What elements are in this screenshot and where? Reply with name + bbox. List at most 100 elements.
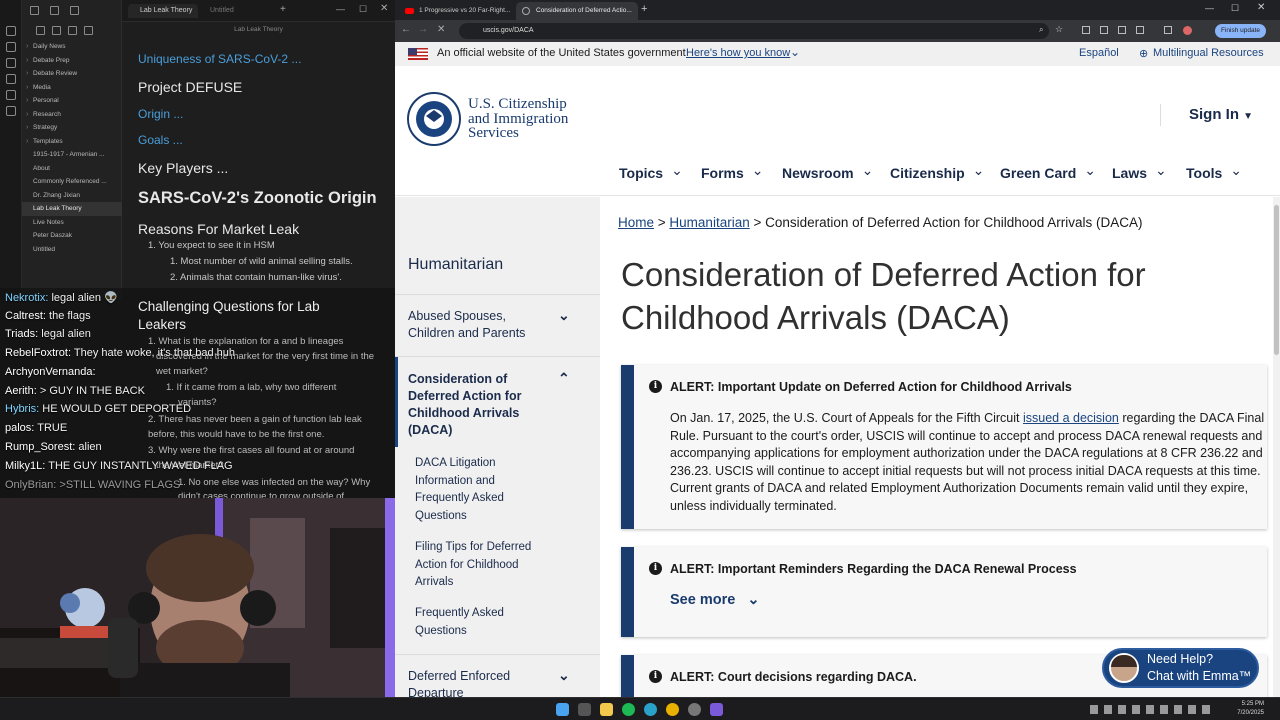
folder-item[interactable]: Debate Prep [22, 54, 122, 68]
folder-item[interactable]: Debate Review [22, 67, 122, 81]
nav-forms[interactable]: Forms [701, 165, 764, 182]
chat-username[interactable]: Aerith [5, 385, 34, 397]
chat-username[interactable]: OnlyBrian [5, 479, 53, 491]
extension-icon[interactable] [1118, 26, 1126, 34]
issued-decision-link[interactable]: issued a decision [1023, 411, 1119, 425]
maximize-icon[interactable]: ☐ [359, 4, 367, 15]
search-icon[interactable]: ⌕ [1039, 25, 1043, 35]
bookmark-icon[interactable] [70, 6, 79, 15]
sidenav-subitem-litigation[interactable]: DACA Litigation Information and Frequent… [415, 455, 545, 525]
breadcrumb-home[interactable]: Home [618, 215, 654, 230]
extension-icon[interactable] [1136, 26, 1144, 34]
see-more-button[interactable]: See more ⌄ [670, 592, 759, 608]
close-icon[interactable]: ✕ [1257, 2, 1265, 13]
nav-citizenship[interactable]: Citizenship [890, 165, 984, 182]
new-tab-icon[interactable]: + [280, 4, 286, 15]
chat-username[interactable]: Triads [5, 328, 35, 340]
file-explorer-icon[interactable] [600, 703, 613, 716]
daily-note-icon[interactable] [6, 74, 16, 84]
heading-uniqueness[interactable]: Uniqueness of SARS-CoV-2 ... [138, 52, 301, 66]
breadcrumb-humanitarian[interactable]: Humanitarian [669, 215, 749, 230]
forward-icon[interactable]: → [418, 24, 428, 35]
heading-market-leak[interactable]: Reasons For Market Leak [138, 221, 299, 237]
file-item[interactable]: 1915-1917 - Armenian ... [22, 148, 122, 162]
sidebar-icon[interactable] [1164, 26, 1172, 34]
tab-lab-leak-theory[interactable]: Lab Leak Theory [128, 4, 198, 18]
chat-username[interactable]: Caltrest [5, 310, 43, 322]
search-icon[interactable] [578, 703, 591, 716]
sidenav-item-daca[interactable]: Consideration of Deferred Action for Chi… [408, 371, 548, 439]
nav-green-card[interactable]: Green Card [1000, 165, 1096, 182]
extension-icon[interactable] [1100, 26, 1108, 34]
obs-icon[interactable] [688, 703, 701, 716]
file-item[interactable]: Commonly Referenced ... [22, 175, 122, 189]
back-icon[interactable]: ← [401, 24, 411, 35]
chat-username[interactable]: Hybris [5, 403, 36, 415]
sidenav-item-abused-spouses[interactable]: Abused Spouses, Children and Parents [408, 308, 548, 342]
uscis-logo-text[interactable]: U.S. Citizenship and Immigration Service… [468, 97, 568, 141]
heading-goals[interactable]: Goals ... [138, 133, 183, 147]
sign-in-button[interactable]: Sign In ▼ [1189, 106, 1253, 123]
stop-icon[interactable]: ✕ [437, 24, 445, 35]
chevron-up-icon[interactable]: ⌃ [558, 370, 570, 387]
chevron-down-icon[interactable]: ⌄ [558, 667, 570, 684]
chevron-down-icon[interactable]: ⌄ [558, 307, 570, 324]
file-item[interactable]: Dr. Zhang Jixian [22, 189, 122, 203]
sidenav-subitem-faq[interactable]: Frequently Asked Questions [415, 605, 545, 640]
star-icon[interactable]: ☆ [1055, 24, 1063, 35]
close-icon[interactable]: ✕ [380, 3, 388, 14]
finish-update-button[interactable]: Finish update [1215, 24, 1267, 38]
heading-zoonotic[interactable]: SARS-CoV-2's Zoonotic Origin [138, 189, 377, 208]
search-icon[interactable] [50, 6, 59, 15]
sidenav-subitem-filing-tips[interactable]: Filing Tips for Deferred Action for Chil… [415, 539, 545, 592]
folder-item[interactable]: Daily News [22, 40, 122, 54]
file-item[interactable]: Peter Daszak [22, 229, 122, 243]
folder-item[interactable]: Media [22, 81, 122, 95]
new-folder-icon[interactable] [52, 26, 61, 35]
scrollbar-thumb[interactable] [1274, 205, 1279, 355]
obsidian-icon[interactable] [710, 703, 723, 716]
tab-uscis[interactable]: Consideration of Deferred Actio... [516, 2, 638, 20]
heading-defuse[interactable]: Project DEFUSE [138, 79, 242, 95]
chat-username[interactable]: Milky1L [5, 460, 42, 472]
nav-tools[interactable]: Tools [1186, 165, 1242, 182]
folder-item[interactable]: Personal [22, 94, 122, 108]
file-item[interactable]: Untitled [22, 243, 122, 257]
minimize-icon[interactable]: — [1205, 3, 1214, 13]
file-item[interactable]: Lab Leak Theory [22, 202, 122, 216]
templates-icon[interactable] [6, 106, 16, 116]
maximize-icon[interactable]: ☐ [1231, 3, 1239, 14]
dhs-seal-icon[interactable] [407, 92, 461, 146]
sidenav-item-ded[interactable]: Deferred Enforced Departure [408, 668, 548, 697]
chat-username[interactable]: RebelFoxtrot [5, 347, 68, 359]
url-input[interactable]: uscis.gov/DACA [459, 23, 1049, 39]
edge-icon[interactable] [644, 703, 657, 716]
chrome-icon[interactable] [666, 703, 679, 716]
sort-icon[interactable] [68, 26, 77, 35]
clock[interactable]: 5:25 PM 7/20/2025 [1228, 700, 1264, 718]
heres-how-link[interactable]: Here's how you know [686, 47, 790, 59]
heading-origin[interactable]: Origin ... [138, 107, 183, 121]
open-quick-switcher-icon[interactable] [6, 26, 16, 36]
scrollbar[interactable] [1273, 197, 1280, 697]
graph-view-icon[interactable] [6, 42, 16, 52]
extension-icon[interactable] [1082, 26, 1090, 34]
chat-username[interactable]: ArchyonVernanda [5, 366, 92, 378]
command-palette-icon[interactable] [6, 90, 16, 100]
espanol-link[interactable]: Español [1079, 47, 1119, 59]
folder-item[interactable]: Templates [22, 135, 122, 149]
avatar[interactable] [1183, 26, 1192, 35]
canvas-icon[interactable] [6, 58, 16, 68]
system-tray-icons[interactable] [1090, 705, 1210, 714]
chat-username[interactable]: Nekrotix [5, 292, 45, 304]
chat-username[interactable]: palos [5, 422, 31, 434]
collapse-icon[interactable] [84, 26, 93, 35]
start-icon[interactable] [556, 703, 569, 716]
chat-with-emma-button[interactable]: Need Help? Chat with Emma™ [1102, 648, 1259, 688]
nav-newsroom[interactable]: Newsroom [782, 165, 873, 182]
nav-topics[interactable]: Topics [619, 165, 683, 182]
file-item[interactable]: Live Notes [22, 216, 122, 230]
spotify-icon[interactable] [622, 703, 635, 716]
new-tab-icon[interactable]: + [641, 3, 647, 15]
chat-username[interactable]: Rump_Sorest [5, 441, 72, 453]
